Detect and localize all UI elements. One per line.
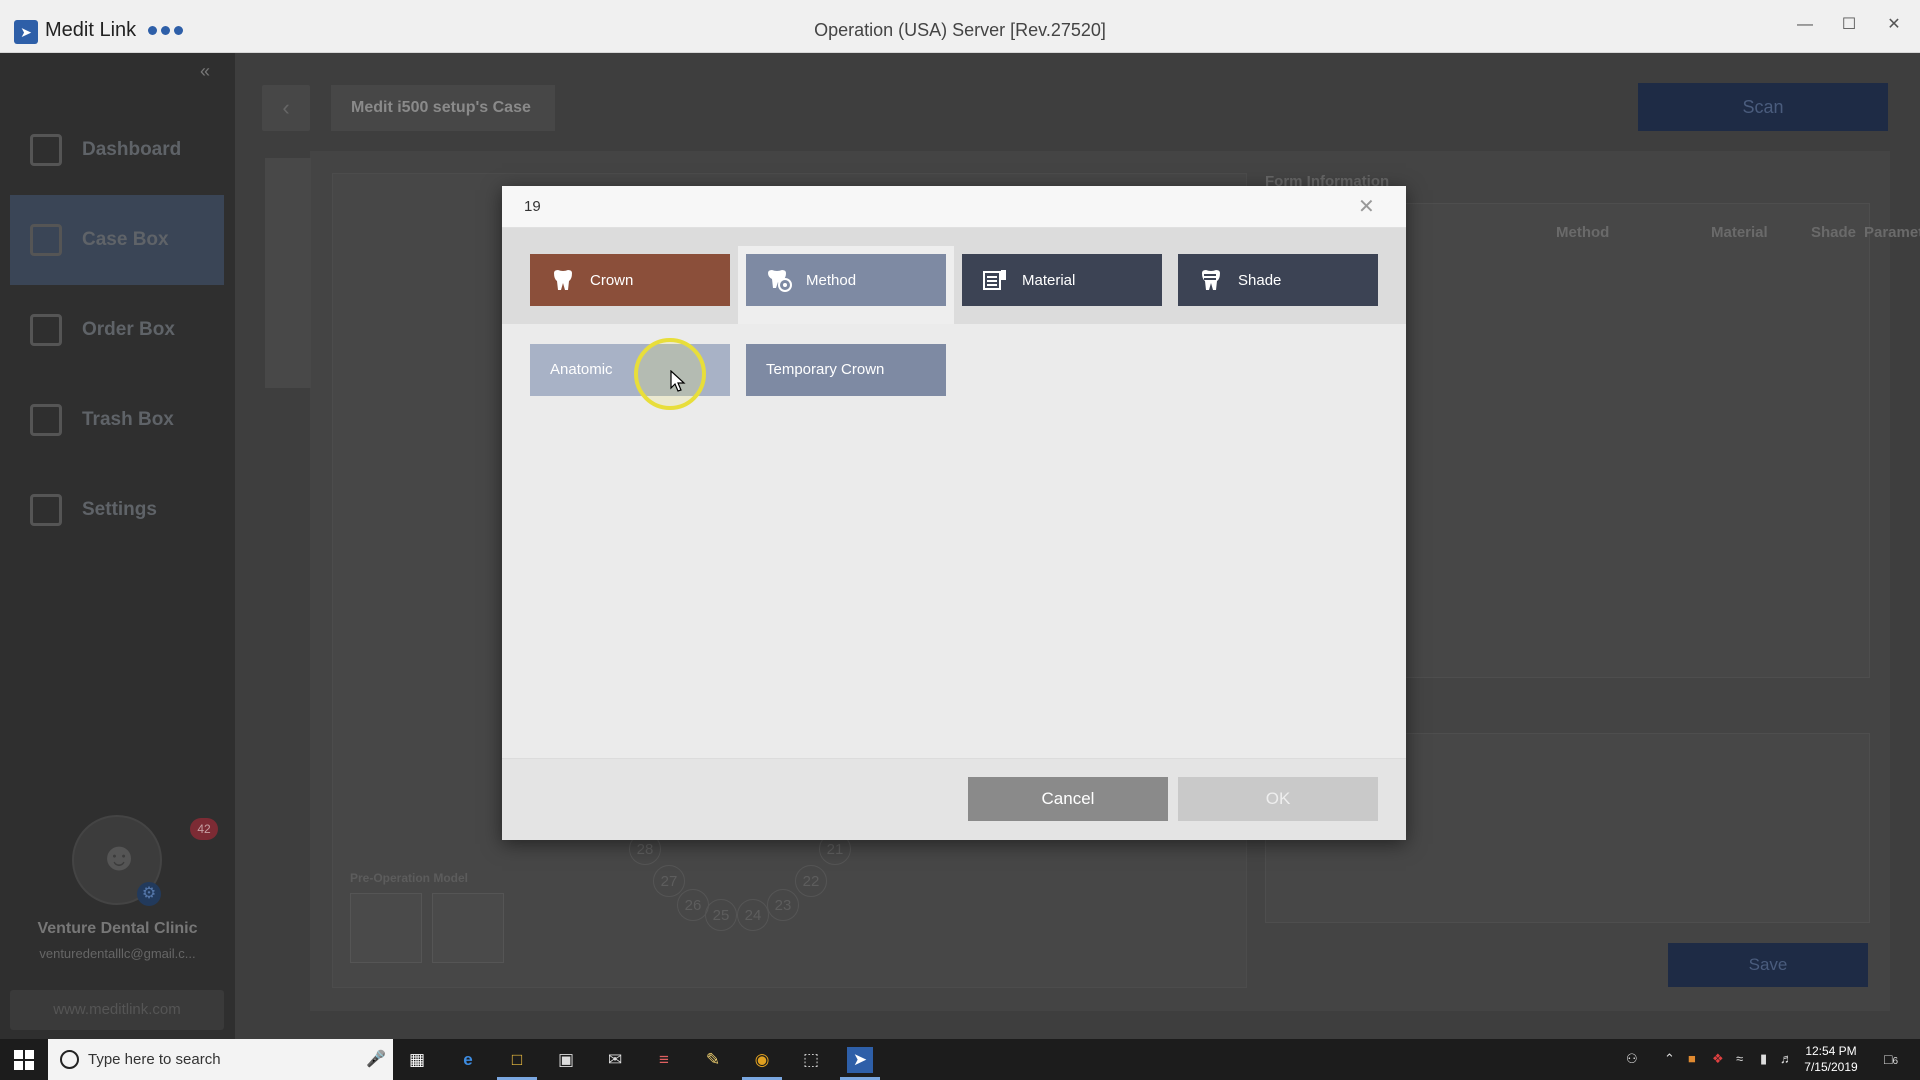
tab-method[interactable]: Method	[746, 254, 946, 306]
sidebar-item-settings[interactable]: Settings	[10, 465, 224, 555]
tab-shade[interactable]: Shade	[1178, 254, 1378, 306]
mouse-cursor-icon	[670, 370, 686, 392]
app-icon[interactable]: ≡	[651, 1047, 677, 1073]
case-box-icon	[30, 224, 62, 256]
sidebar-item-trash-box[interactable]: Trash Box	[10, 375, 224, 465]
cancel-button[interactable]: Cancel	[968, 777, 1168, 821]
option-temporary-crown[interactable]: Temporary Crown	[746, 344, 946, 396]
sidebar-item-label: Order Box	[82, 319, 175, 340]
window-title: Operation (USA) Server [Rev.27520]	[814, 20, 1106, 40]
dialog-header: 19 ✕	[502, 186, 1406, 228]
collapse-sidebar-icon[interactable]: «	[200, 61, 210, 82]
case-title: Medit i500 setup's Case	[331, 85, 555, 131]
file-explorer-icon[interactable]: □	[504, 1047, 530, 1073]
tooth-number[interactable]: 27	[653, 865, 685, 897]
sidebar-item-label: Dashboard	[82, 139, 182, 160]
task-view-icon[interactable]: ▦	[404, 1047, 430, 1073]
maximize-icon[interactable]: ☐	[1834, 12, 1864, 38]
sidebar-item-case-box[interactable]: Case Box	[10, 195, 224, 285]
clock-time: 12:54 PM	[1805, 1044, 1857, 1058]
sidebar-item-order-box[interactable]: Order Box	[10, 285, 224, 375]
notification-badge[interactable]: 42	[190, 818, 218, 840]
tab-crown[interactable]: Crown	[530, 254, 730, 306]
tooth-icon	[550, 268, 576, 292]
close-window-icon[interactable]: ✕	[1879, 12, 1909, 38]
snipping-tool-icon[interactable]: ⬚	[798, 1047, 824, 1073]
chevron-up-icon[interactable]: ⌃	[1664, 1051, 1675, 1067]
tab-label: Material	[1022, 271, 1076, 289]
search-input[interactable]: Type here to search	[88, 1051, 221, 1068]
save-button[interactable]: Save	[1668, 943, 1868, 987]
material-icon	[982, 268, 1008, 292]
order-box-icon	[30, 314, 62, 346]
tooth-number[interactable]: 22	[795, 865, 827, 897]
volume-icon[interactable]: ♬	[1780, 1051, 1793, 1066]
notes-app-icon[interactable]: ✎	[700, 1047, 726, 1073]
wifi-icon[interactable]: ≈	[1736, 1051, 1743, 1066]
tooth-gear-icon	[766, 268, 792, 292]
pre-op-thumbnail[interactable]	[350, 893, 422, 963]
settings-icon	[30, 494, 62, 526]
edge-icon[interactable]: e	[455, 1047, 481, 1073]
sidebar-item-dashboard[interactable]: Dashboard	[10, 105, 224, 195]
dialog-footer: Cancel OK	[502, 758, 1406, 840]
sidebar-item-label: Settings	[82, 499, 157, 520]
scan-button[interactable]: Scan	[1638, 83, 1888, 131]
sidebar-item-label: Trash Box	[82, 409, 174, 430]
user-icon: ☻	[98, 835, 141, 879]
minimize-icon[interactable]: —	[1790, 12, 1820, 38]
ok-button[interactable]: OK	[1178, 777, 1378, 821]
gear-icon[interactable]: ⚙	[137, 882, 161, 906]
microphone-icon[interactable]: 🎤	[366, 1049, 386, 1069]
dialog-title: 19	[524, 198, 541, 215]
taskbar-clock[interactable]: 12:54 PM 7/15/2019	[1796, 1043, 1866, 1075]
pre-op-label: Pre-Operation Model	[350, 871, 469, 885]
tooth-setup-dialog: 19 ✕ Crown Method Material Shade Anatomi…	[502, 186, 1406, 840]
column-header: Method	[1556, 224, 1610, 241]
clinic-email: venturedentalllc@gmail.c...	[39, 946, 196, 961]
taskbar-search[interactable]: Type here to search 🎤	[48, 1039, 393, 1080]
tab-label: Crown	[590, 271, 634, 289]
shade-icon	[1198, 268, 1224, 292]
website-link[interactable]: www.meditlink.com	[10, 990, 224, 1030]
dashboard-icon	[30, 134, 62, 166]
battery-icon[interactable]: ▮	[1760, 1051, 1767, 1067]
action-center-icon[interactable]: □6	[1884, 1051, 1898, 1067]
medit-link-taskbar-icon[interactable]: ➤	[847, 1047, 873, 1073]
pre-op-thumbnail[interactable]	[432, 893, 504, 963]
tray-app-icon[interactable]: ■	[1688, 1051, 1696, 1066]
cortana-icon	[60, 1050, 79, 1069]
dropbox-icon[interactable]: ❖	[1712, 1051, 1724, 1067]
store-icon[interactable]: ▣	[553, 1047, 579, 1073]
tab-label: Shade	[1238, 271, 1282, 289]
mail-icon[interactable]: ✉	[602, 1047, 628, 1073]
category-tabs: Crown Method Material Shade	[502, 228, 1406, 324]
jaw-selector[interactable]	[265, 158, 311, 388]
tooth-number[interactable]: 24	[737, 899, 769, 931]
taskbar: Type here to search 🎤 ▦ e □ ▣ ✉ ≡ ✎ ◉ ⬚ …	[0, 1039, 1920, 1080]
column-header: Shade	[1811, 224, 1857, 241]
people-icon[interactable]: ⚇	[1626, 1051, 1638, 1067]
clock-date: 7/15/2019	[1804, 1060, 1858, 1074]
column-header: Parameter	[1864, 224, 1920, 241]
column-header: Material	[1711, 224, 1768, 241]
tooth-number[interactable]: 25	[705, 899, 737, 931]
windows-start-icon[interactable]	[14, 1050, 34, 1070]
close-icon[interactable]: ✕	[1358, 194, 1375, 219]
tab-material[interactable]: Material	[962, 254, 1162, 306]
chrome-icon[interactable]: ◉	[749, 1047, 775, 1073]
back-button[interactable]: ‹	[262, 85, 310, 131]
action-center-count: 6	[1892, 1056, 1899, 1067]
tooth-number[interactable]: 23	[767, 889, 799, 921]
trash-box-icon	[30, 404, 62, 436]
title-bar: ➤ Medit Link Operation (USA) Server [Rev…	[0, 0, 1920, 53]
sidebar-item-label: Case Box	[82, 229, 169, 250]
clinic-name: Venture Dental Clinic	[37, 920, 198, 937]
tab-label: Method	[806, 271, 857, 289]
